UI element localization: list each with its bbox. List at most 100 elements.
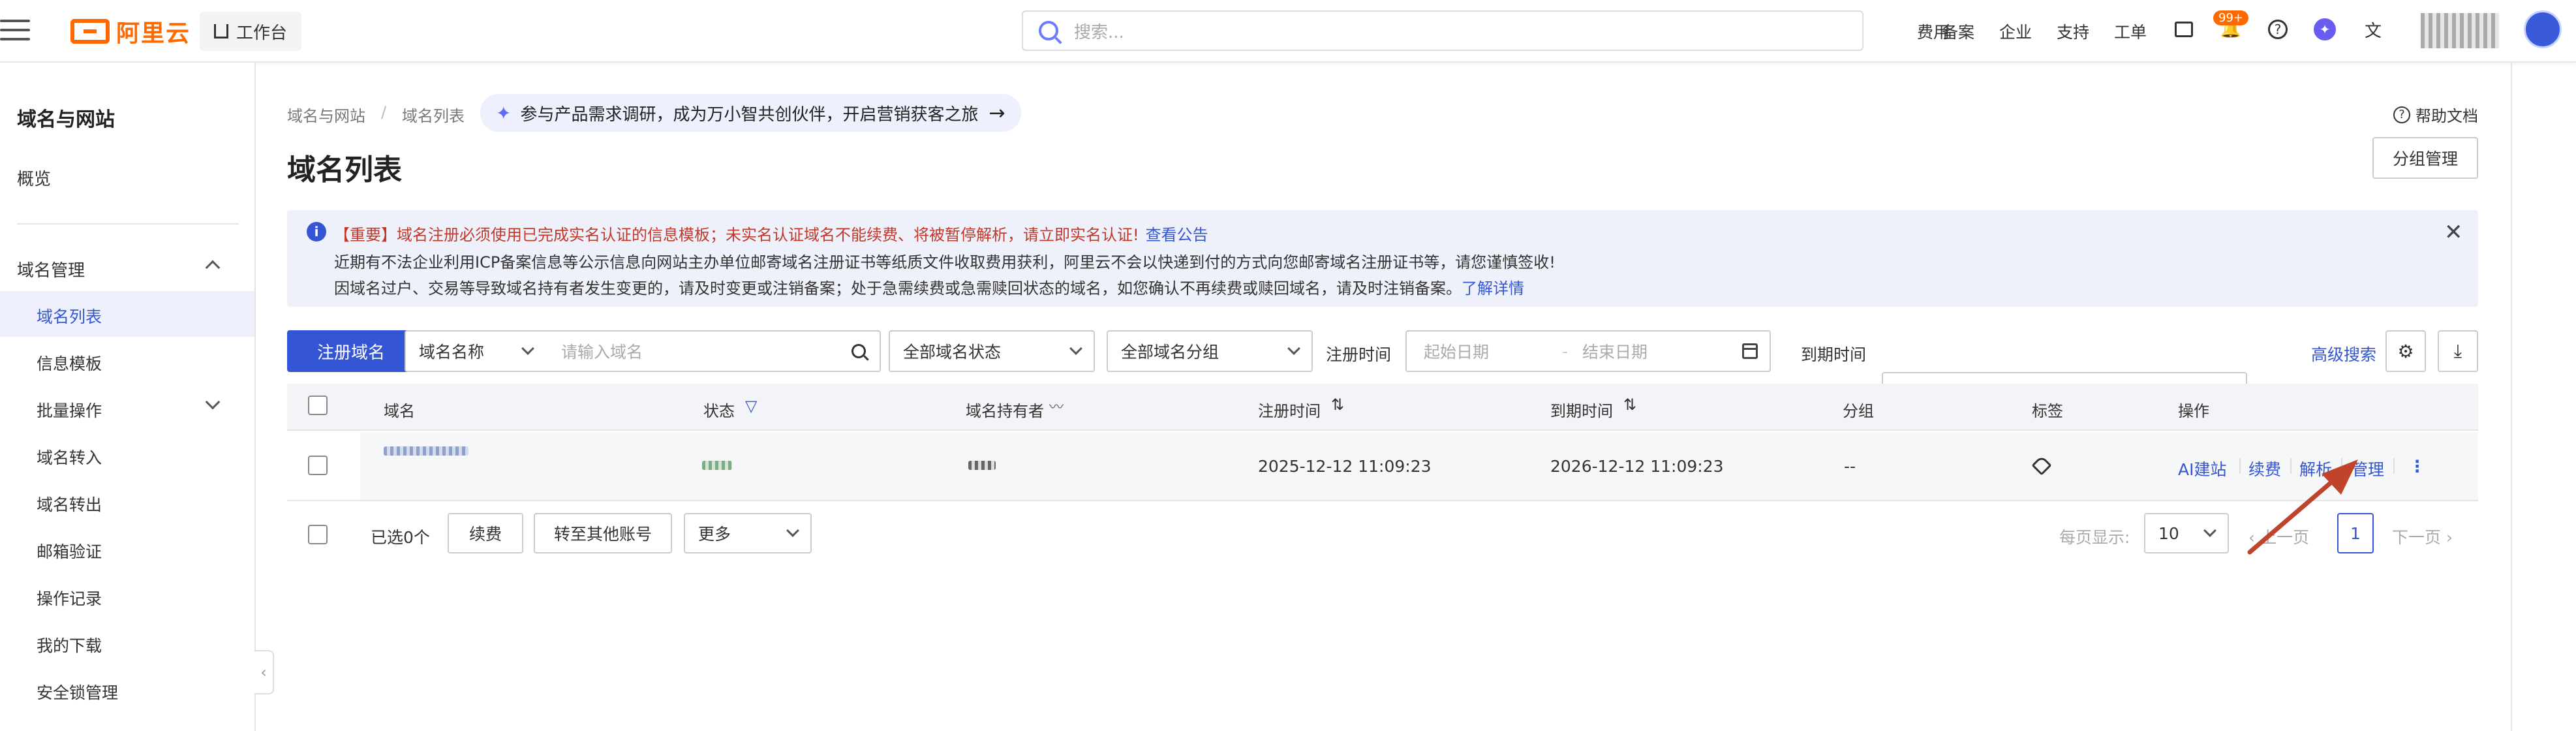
nav-support[interactable]: 支持 xyxy=(2057,20,2089,43)
th-tag: 标签 xyxy=(2032,402,2063,420)
sidebar-item-info-template[interactable]: 信息模板 xyxy=(37,351,102,375)
per-page-select[interactable]: 10 xyxy=(2144,513,2229,553)
breadcrumb-separator: / xyxy=(381,103,387,121)
th-status: 状态 xyxy=(703,402,735,420)
sort-icon[interactable]: ⇅ xyxy=(1623,396,1636,414)
domain-search-input[interactable]: 请输入域名 xyxy=(545,330,839,372)
settings-gear-icon[interactable]: ⚙ xyxy=(2385,330,2426,372)
chevron-up-icon[interactable] xyxy=(205,260,221,275)
help-circle-icon: ? xyxy=(2393,106,2410,123)
advanced-search-link[interactable]: 高级搜索 xyxy=(2311,342,2376,366)
cell-group: -- xyxy=(1844,457,1856,476)
th-group: 分组 xyxy=(1843,402,1874,420)
holder-redacted xyxy=(968,461,996,470)
batch-renew-button[interactable]: 续费 xyxy=(448,513,523,553)
search-field-select[interactable]: 域名名称 xyxy=(405,330,547,372)
close-icon[interactable]: ✕ xyxy=(2444,219,2463,245)
promo-banner[interactable]: ✦ 参与产品需求调研，成为万小智共创伙伴，开启营销获客之旅 → xyxy=(480,94,1021,132)
domain-name-redacted[interactable] xyxy=(384,446,468,456)
hamburger-menu-icon[interactable] xyxy=(0,20,30,43)
page-title: 域名列表 xyxy=(287,153,402,187)
register-domain-button[interactable]: 注册域名 xyxy=(287,330,415,372)
arrow-right-icon: → xyxy=(989,101,1005,125)
status-redacted xyxy=(702,461,732,470)
sparkle-icon: ✦ xyxy=(496,102,512,124)
sidebar-item-overview[interactable]: 概览 xyxy=(17,166,51,190)
sidebar-item-security-lock[interactable]: 安全锁管理 xyxy=(37,680,118,704)
avatar[interactable] xyxy=(2524,10,2562,48)
download-icon[interactable]: ⤓ xyxy=(2438,330,2478,372)
group-manage-button[interactable]: 分组管理 xyxy=(2372,137,2478,179)
notice-line-1: 【重要】域名注册必须使用已完成实名认证的信息模板；未实名认证域名不能续费、将被暂… xyxy=(334,226,1208,244)
breadcrumb-domain-site[interactable]: 域名与网站 xyxy=(287,103,365,126)
account-name-redacted[interactable] xyxy=(2421,13,2499,48)
footer-select-all-checkbox[interactable] xyxy=(308,525,328,544)
right-edge-divider xyxy=(2511,63,2512,731)
sidebar-collapse-button[interactable]: ‹ xyxy=(254,650,274,694)
breadcrumb-domain-list: 域名列表 xyxy=(402,107,465,125)
nav-ticket[interactable]: 工单 xyxy=(2114,20,2147,43)
domain-search-button[interactable] xyxy=(838,330,881,372)
more-actions-select[interactable]: 更多 xyxy=(684,513,812,553)
info-icon: i xyxy=(307,222,326,241)
sort-icon[interactable]: ⇅ xyxy=(1331,396,1344,414)
th-actions: 操作 xyxy=(2178,402,2209,420)
chevron-down-icon xyxy=(1287,342,1300,355)
status-filter-select[interactable]: 全部域名状态 xyxy=(889,330,1095,372)
global-search-input[interactable]: 搜索... xyxy=(1022,10,1863,51)
action-separator xyxy=(2393,458,2395,474)
row-checkbox[interactable] xyxy=(308,456,328,475)
top-navbar: 阿里云 工作台 搜索... 费用 备案 企业 支持 工单 🔔 99+ ? ✦ 文 xyxy=(0,0,2576,63)
th-reg-time: 注册时间 xyxy=(1258,402,1321,420)
reg-time-range-picker[interactable]: 起始日期 - 结束日期 xyxy=(1405,330,1771,372)
reg-time-label: 注册时间 xyxy=(1326,345,1392,364)
language-icon[interactable]: 文 xyxy=(2362,18,2384,41)
sidebar-item-my-downloads[interactable]: 我的下载 xyxy=(37,633,102,657)
nav-enterprise[interactable]: 企业 xyxy=(1999,20,2032,43)
sidebar-item-batch-ops[interactable]: 批量操作 xyxy=(37,398,102,422)
chevron-down-icon xyxy=(2203,524,2216,537)
ai-site-link[interactable]: AI建站 xyxy=(2178,457,2226,480)
sidebar-title: 域名与网站 xyxy=(17,108,115,131)
sidebar: 域名与网站 概览 域名管理 域名列表 信息模板 批量操作 域名转入 域名转出 邮… xyxy=(0,63,256,731)
chevron-down-icon xyxy=(1069,342,1082,355)
terminal-icon[interactable] xyxy=(2173,18,2195,40)
action-separator xyxy=(2239,458,2241,474)
chevron-down-icon xyxy=(786,524,799,537)
sidebar-item-email-verify[interactable]: 邮箱验证 xyxy=(37,539,102,563)
sidebar-item-op-records[interactable]: 操作记录 xyxy=(37,586,102,610)
search-icon xyxy=(1039,21,1058,40)
row-divider xyxy=(287,500,2478,501)
sidebar-item-transfer-out[interactable]: 域名转出 xyxy=(37,492,102,516)
view-announcement-link[interactable]: 查看公告 xyxy=(1146,226,1208,244)
learn-more-link[interactable]: 了解详情 xyxy=(1462,279,1524,298)
aliyun-logo-icon xyxy=(70,19,110,44)
table-header xyxy=(287,384,2478,431)
th-domain: 域名 xyxy=(384,402,415,420)
group-filter-select[interactable]: 全部域名分组 xyxy=(1107,330,1313,372)
select-all-checkbox[interactable] xyxy=(308,396,328,415)
notification-badge: 99+ xyxy=(2213,10,2248,25)
next-page-button[interactable]: 下一页 › xyxy=(2392,525,2453,548)
transfer-account-button[interactable]: 转至其他账号 xyxy=(534,513,672,553)
chevron-down-icon[interactable] xyxy=(205,394,221,410)
filter-icon[interactable]: ▽ xyxy=(745,397,757,415)
help-docs-link[interactable]: ? 帮助文档 xyxy=(2393,103,2478,126)
more-vertical-icon[interactable]: ⋮ xyxy=(2409,457,2425,476)
sidebar-item-domain-list[interactable]: 域名列表 xyxy=(37,304,102,328)
help-circle-icon[interactable]: ? xyxy=(2267,18,2289,40)
ai-assistant-icon[interactable]: ✦ xyxy=(2314,18,2336,40)
sidebar-divider xyxy=(17,223,239,225)
cell-expire-time: 2026-12-12 11:09:23 xyxy=(1550,457,1724,476)
notice-line-3: 因域名过户、交易等导致域名持有者发生变更的，请及时变更或注销备案；处于急需续费或… xyxy=(334,279,1524,298)
nav-filing-label[interactable]: 备案 xyxy=(1942,20,1974,43)
sidebar-item-transfer-in[interactable]: 域名转入 xyxy=(37,445,102,469)
aliyun-logo[interactable]: 阿里云 xyxy=(70,17,191,47)
search-icon xyxy=(851,344,866,358)
workbench-button[interactable]: 工作台 xyxy=(200,12,302,51)
sidebar-group-domain-manage[interactable]: 域名管理 xyxy=(17,257,85,281)
per-page-label: 每页显示: xyxy=(2059,528,2130,547)
th-holder: 域名持有者 xyxy=(966,402,1044,420)
calendar-icon xyxy=(1742,343,1758,359)
eye-off-icon[interactable]: 〰 xyxy=(1049,396,1064,416)
